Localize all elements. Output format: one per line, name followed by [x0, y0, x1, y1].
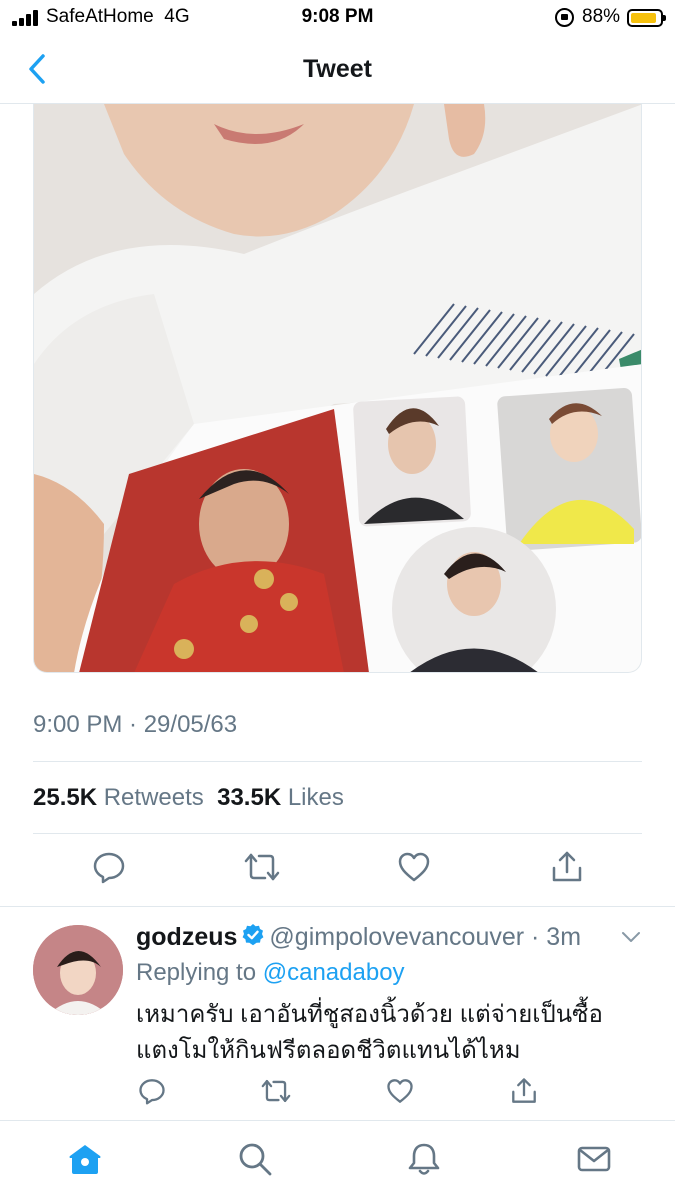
reply-header: godzeus @gimpolovevancouver · 3m — [136, 923, 581, 952]
tab-bar — [0, 1120, 675, 1200]
replying-prefix: Replying to — [136, 959, 257, 986]
tab-home[interactable] — [67, 1141, 103, 1177]
photo-illustration — [34, 104, 641, 672]
avatar-image — [33, 925, 123, 1015]
home-icon — [69, 1145, 101, 1174]
likes-count: 33.5K — [217, 784, 282, 811]
avatar[interactable] — [33, 925, 123, 1015]
retweets-label: Retweets — [103, 784, 204, 811]
likes-label: Likes — [287, 784, 344, 811]
tab-notifications[interactable] — [406, 1141, 442, 1177]
search-icon — [239, 1143, 272, 1176]
tab-search[interactable] — [237, 1141, 273, 1177]
handle-and-time: @gimpolovevancouver · 3m — [269, 923, 582, 951]
orientation-lock-icon — [555, 8, 574, 27]
tweet-stats: 25.5K Retweets 33.5K Likes — [33, 784, 344, 812]
share-icon[interactable] — [510, 1077, 538, 1110]
mention-link[interactable]: @canadaboy — [263, 959, 405, 986]
divider — [33, 833, 642, 834]
replying-to: Replying to @canadaboy — [136, 959, 405, 987]
battery-percent: 88% — [582, 6, 621, 27]
page-title: Tweet — [303, 55, 372, 83]
reply-icon[interactable] — [92, 850, 126, 889]
reply-icon[interactable] — [138, 1077, 166, 1110]
retweets-stat[interactable]: 25.5K Retweets — [33, 784, 204, 811]
display-name[interactable]: godzeus — [136, 923, 237, 951]
tab-messages[interactable] — [576, 1141, 612, 1177]
tweet-timestamp: 9:00 PM · 29/05/63 — [33, 711, 238, 738]
messages-icon — [577, 1146, 611, 1172]
like-icon[interactable] — [397, 850, 431, 889]
status-bar: SafeAtHome 4G 9:08 PM 88% — [0, 0, 675, 36]
notifications-icon — [408, 1143, 440, 1175]
retweet-icon[interactable] — [260, 1077, 292, 1110]
like-icon[interactable] — [386, 1077, 414, 1110]
chevron-down-icon[interactable] — [620, 929, 642, 945]
tweet-photo[interactable] — [33, 104, 642, 673]
reply-text: เหมาครับ เอาอันที่ชูสองนิ้วด้วย แต่จ่ายเ… — [136, 1001, 603, 1064]
retweet-icon[interactable] — [243, 850, 281, 889]
battery-fill — [631, 13, 656, 23]
retweets-count: 25.5K — [33, 784, 98, 811]
nav-bar: Tweet — [0, 36, 675, 104]
share-icon[interactable] — [550, 850, 584, 889]
divider — [33, 761, 642, 762]
reply-tweet[interactable]: godzeus @gimpolovevancouver · 3m Replying… — [0, 906, 675, 1120]
likes-stat[interactable]: 33.5K Likes — [217, 784, 344, 811]
verified-badge-icon — [243, 924, 264, 946]
battery-icon — [627, 9, 666, 27]
